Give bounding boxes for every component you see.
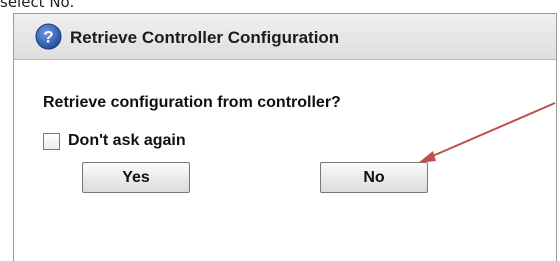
dialog-prompt: Retrieve configuration from controller? [43, 94, 341, 111]
retrieve-configuration-dialog: ? Retrieve Controller Configuration Retr… [13, 13, 557, 261]
dialog-titlebar: ? Retrieve Controller Configuration [14, 14, 556, 60]
instruction-caption: select No. [0, 0, 75, 11]
screenshot: select No. ? Retrieve Controller Configu… [0, 0, 560, 261]
no-button[interactable]: No [320, 162, 428, 193]
checkbox-box[interactable] [43, 132, 60, 150]
help-icon: ? [35, 23, 62, 50]
checkbox-label: Don't ask again [68, 132, 186, 149]
yes-button[interactable]: Yes [82, 162, 190, 193]
svg-text:?: ? [43, 28, 53, 47]
dialog-title: Retrieve Controller Configuration [70, 28, 340, 47]
dont-ask-again-checkbox[interactable]: Don't ask again [43, 131, 186, 151]
